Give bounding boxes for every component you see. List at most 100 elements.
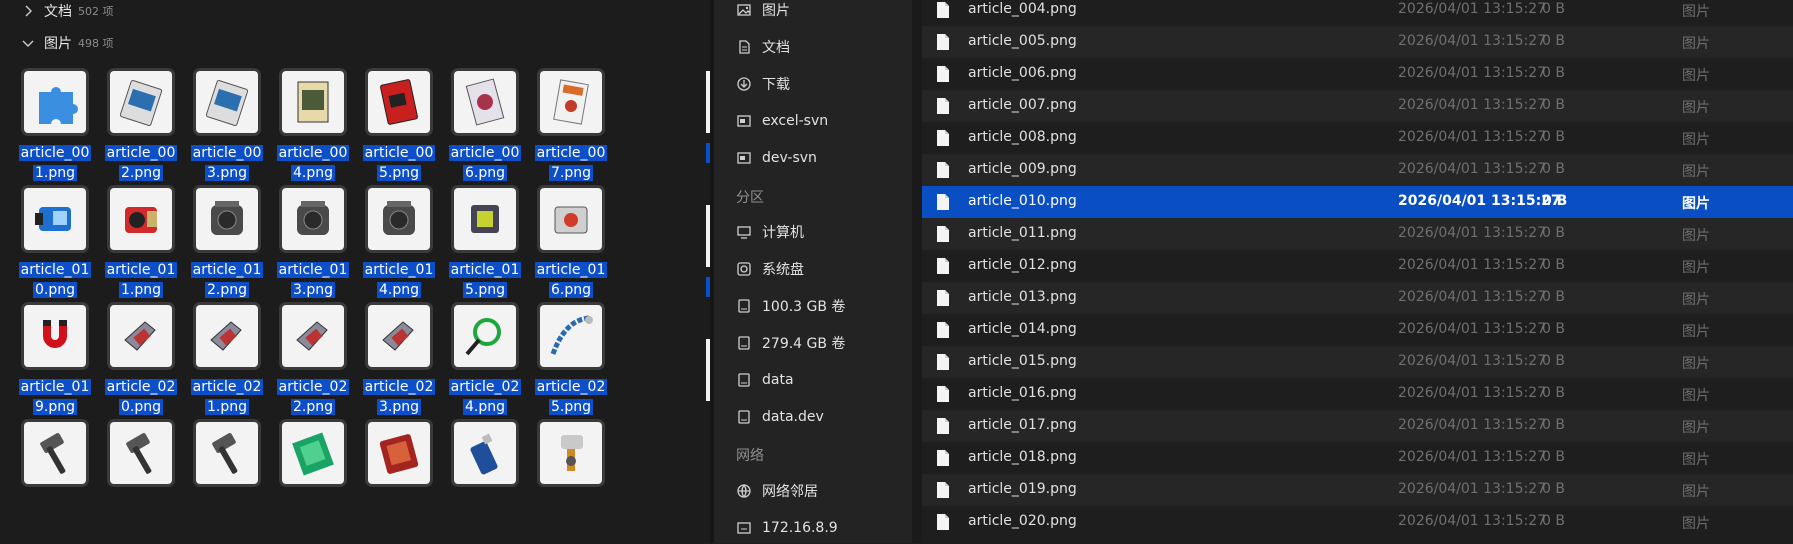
file-tile[interactable]	[97, 422, 185, 486]
clamp-image-icon	[196, 305, 258, 367]
group-header-documents[interactable]: 文档 502 项	[20, 0, 114, 22]
file-tile[interactable]	[183, 422, 271, 486]
sidebar-item[interactable]: data.dev	[714, 401, 912, 433]
file-name-label: article_02 3.png	[355, 377, 443, 417]
image-icon	[737, 4, 751, 16]
file-name-label: article_01 9.png	[11, 377, 99, 417]
sidebar-item[interactable]: 文档	[714, 31, 912, 63]
table-row[interactable]: article_008.png 2026/04/01 13:15:27 0 B 图片	[922, 122, 1793, 154]
table-row[interactable]: article_012.png 2026/04/01 13:15:27 0 B 图片	[922, 250, 1793, 282]
file-name-label: article_00 5.png	[355, 143, 443, 183]
file-tile[interactable]: article_00 6.png	[441, 71, 529, 186]
file-name-line: article_00	[362, 145, 436, 161]
file-tile[interactable]	[269, 422, 357, 486]
sidebar-item[interactable]: 系统盘	[714, 253, 912, 285]
file-type: 图片	[1682, 292, 1710, 308]
file-name-line: 5.png	[462, 282, 507, 298]
file-tile[interactable]: article_00 2.png	[97, 71, 185, 186]
file-name-line: article_01	[362, 262, 436, 278]
file-type: 图片	[1682, 324, 1710, 340]
file-size: 0 B	[1542, 257, 1565, 273]
file-name-line: article_02	[276, 379, 350, 395]
pane-divider[interactable]	[912, 0, 922, 543]
sidebar-item[interactable]: data	[714, 364, 912, 396]
table-row[interactable]: article_017.png 2026/04/01 13:15:27 0 B 图片	[922, 410, 1793, 442]
chevron-right-icon[interactable]	[20, 3, 36, 19]
file-tile[interactable]: article_01 0.png	[11, 188, 99, 303]
file-tile[interactable]: article_00 1.png	[11, 71, 99, 186]
file-tile[interactable]: article_02 5.png	[527, 305, 615, 420]
file-tile[interactable]	[11, 422, 99, 486]
file-tile[interactable]	[527, 422, 615, 486]
file-name-label: article_01 4.png	[355, 260, 443, 300]
file-tile[interactable]: article_02 4.png	[441, 305, 529, 420]
sidebar-item[interactable]: 279.4 GB 卷	[714, 327, 912, 359]
table-row[interactable]: article_004.png 2026/04/01 13:15:27 0 B 图片	[922, 0, 1793, 26]
file-tile[interactable]: article_00 7.png	[527, 71, 615, 186]
book-image-icon	[282, 71, 344, 133]
file-name-line: 1.png	[204, 399, 249, 415]
table-row[interactable]: article_020.png 2026/04/01 13:15:27 0 B 图片	[922, 506, 1793, 538]
sidebar-item-label: 100.3 GB 卷	[762, 299, 846, 315]
file-name-line: article_01	[534, 262, 608, 278]
file-tile[interactable]: article_01 2.png	[183, 188, 271, 303]
file-tile[interactable]: article_01 4.png	[355, 188, 443, 303]
table-row[interactable]: article_014.png 2026/04/01 13:15:27 0 B 图片	[922, 314, 1793, 346]
file-tile[interactable]: article_02 2.png	[269, 305, 357, 420]
file-name-line: article_00	[190, 145, 264, 161]
file-name-label: article_02 4.png	[441, 377, 529, 417]
file-size: 0 B	[1542, 97, 1565, 113]
group-count: 498 项	[78, 37, 114, 50]
file-tile[interactable]: article_00 3.png	[183, 71, 271, 186]
file-tile[interactable]	[441, 422, 529, 486]
file-name: article_014.png	[968, 321, 1077, 337]
sidebar-item[interactable]: 172.16.8.9	[714, 512, 912, 544]
icon-view-pane[interactable]: 文档 502 项 图片 498 项 article_00 1.png article…	[0, 0, 710, 543]
file-type: 图片	[1682, 388, 1710, 404]
sidebar-item[interactable]: 图片	[714, 0, 912, 26]
file-tile[interactable]: article_01 3.png	[269, 188, 357, 303]
sidebar-item[interactable]: dev-svn	[714, 142, 912, 174]
table-row[interactable]: article_019.png 2026/04/01 13:15:27 0 B 图片	[922, 474, 1793, 506]
table-row[interactable]: article_005.png 2026/04/01 13:15:27 0 B 图片	[922, 26, 1793, 58]
table-row[interactable]: article_007.png 2026/04/01 13:15:27 0 B 图片	[922, 90, 1793, 122]
file-name-label: article_02 0.png	[97, 377, 185, 417]
table-row[interactable]: article_011.png 2026/04/01 13:15:27 0 B 图片	[922, 218, 1793, 250]
file-size: 0 B	[1542, 129, 1565, 145]
file-tile[interactable]: article_02 3.png	[355, 305, 443, 420]
table-row[interactable]: article_016.png 2026/04/01 13:15:27 0 B 图片	[922, 378, 1793, 410]
file-name-label: article_01 0.png	[11, 260, 99, 300]
file-name-line: 4.png	[376, 282, 421, 298]
file-tile[interactable]: article_01 6.png	[527, 188, 615, 303]
file-tile[interactable]: article_01 5.png	[441, 188, 529, 303]
sidebar-item[interactable]: 下载	[714, 68, 912, 100]
table-row[interactable]: article_013.png 2026/04/01 13:15:27 0 B 图片	[922, 282, 1793, 314]
file-name: article_004.png	[968, 1, 1077, 17]
sidebar-item[interactable]: 100.3 GB 卷	[714, 290, 912, 322]
file-icon	[937, 386, 949, 402]
sidebar-item[interactable]: 网络邻居	[714, 475, 912, 507]
sidebar-item-label: 网络邻居	[762, 484, 818, 500]
red-board-image-icon	[368, 422, 430, 484]
table-row[interactable]: article_018.png 2026/04/01 13:15:27 0 B 图片	[922, 442, 1793, 474]
file-size: 0 B	[1542, 321, 1565, 337]
chevron-down-icon[interactable]	[20, 35, 36, 51]
file-tile[interactable]: article_01 1.png	[97, 188, 185, 303]
sidebar-item[interactable]: 计算机	[714, 216, 912, 248]
table-row[interactable]: article_006.png 2026/04/01 13:15:27 0 B 图片	[922, 58, 1793, 90]
file-name-label: article_00 3.png	[183, 143, 271, 183]
group-header-pictures[interactable]: 图片 498 项	[20, 32, 114, 54]
table-row[interactable]: article_015.png 2026/04/01 13:15:27 0 B 图片	[922, 346, 1793, 378]
document-icon	[739, 40, 750, 54]
file-tile[interactable]	[355, 422, 443, 486]
file-tile[interactable]: article_01 9.png	[11, 305, 99, 420]
sidebar-item-label: 系统盘	[762, 262, 804, 278]
table-row[interactable]: article_009.png 2026/04/01 13:15:27 0 B 图片	[922, 154, 1793, 186]
group-label: 图片	[44, 36, 72, 52]
table-row-selected[interactable]: article_010.png 2026/04/01 13:15:27 0 B 图片	[922, 186, 1793, 218]
sidebar-item[interactable]: excel-svn	[714, 105, 912, 137]
file-tile[interactable]: article_00 4.png	[269, 71, 357, 186]
file-tile[interactable]: article_00 5.png	[355, 71, 443, 186]
file-tile[interactable]: article_02 1.png	[183, 305, 271, 420]
file-tile[interactable]: article_02 0.png	[97, 305, 185, 420]
